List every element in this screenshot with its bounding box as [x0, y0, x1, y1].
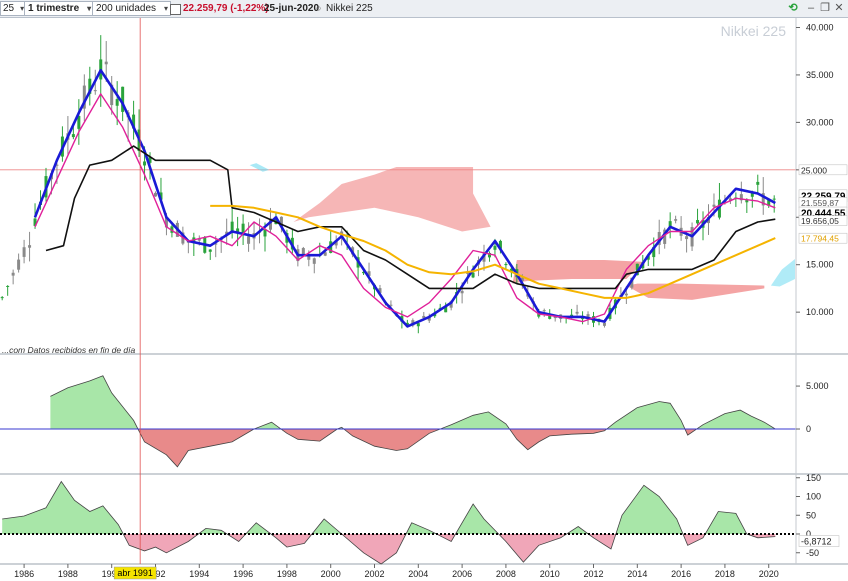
x-tick-label: 1996 — [233, 569, 253, 579]
x-tick-label: 2002 — [364, 569, 384, 579]
y-tick-label: 30.000 — [806, 117, 834, 127]
candle-body — [263, 229, 267, 237]
units-dropdown[interactable]: 200 unidades ▾ — [92, 1, 172, 16]
candle-body — [0, 297, 4, 299]
candle-body — [153, 192, 157, 197]
y-tick-label: 40.000 — [806, 22, 834, 32]
x-tick-label: 1998 — [277, 569, 297, 579]
refresh-icon[interactable]: ⟲ — [786, 1, 800, 15]
candle-body — [504, 263, 508, 266]
candle-body — [696, 220, 700, 224]
y-tick-label: 150 — [806, 473, 821, 483]
close-icon[interactable]: ✕ — [832, 1, 846, 15]
y-tick-label: 0 — [806, 424, 811, 434]
chart-canvas: Nikkei 225 ...com Datos recibidos en fin… — [0, 18, 848, 580]
y-tick-label: 100 — [806, 492, 821, 502]
cloud-blue-small — [249, 163, 270, 172]
y-tick-label: 50 — [806, 510, 816, 520]
candle-body — [11, 272, 15, 276]
restore-icon[interactable]: ❐ — [818, 1, 832, 15]
candle-body — [674, 219, 678, 221]
price-label: 21.559,87 — [801, 198, 839, 208]
period-label: 1 trimestre — [28, 3, 80, 14]
candle-body — [312, 258, 316, 264]
x-tick-label: 2020 — [759, 569, 779, 579]
candle-body — [93, 90, 97, 92]
x-tick-label: 2014 — [627, 569, 647, 579]
x-tick-label: 2006 — [452, 569, 472, 579]
candle-body — [460, 290, 464, 294]
candle-body — [71, 134, 75, 138]
minimize-icon[interactable]: – — [804, 1, 818, 15]
quote-checkbox[interactable] — [170, 4, 181, 15]
candle-body — [493, 245, 497, 250]
candle-body — [115, 99, 119, 106]
price-label: 17.794,45 — [801, 234, 839, 244]
instrument-name: Nikkei 225 — [326, 3, 373, 14]
chart-watermark: Nikkei 225 — [721, 23, 787, 39]
x-tick-label: 2008 — [496, 569, 516, 579]
candle-body — [17, 259, 21, 270]
osc1-positive-area — [50, 375, 776, 430]
x-tick-label: 2000 — [321, 569, 341, 579]
cursor-date-label: abr 1991 — [117, 568, 153, 578]
x-tick-label: 2018 — [715, 569, 735, 579]
candle-body — [241, 223, 245, 233]
candle-body — [28, 245, 32, 248]
chevron-down-icon: ▾ — [164, 4, 169, 13]
cloud-red-3 — [626, 283, 765, 300]
price-label: 19.656,05 — [801, 216, 839, 226]
x-tick-label: 1988 — [58, 569, 78, 579]
units-label: 200 unidades — [96, 3, 157, 14]
period-dropdown[interactable]: 1 trimestre ▾ — [24, 1, 95, 16]
candle-body — [712, 204, 716, 207]
candle-body — [624, 293, 628, 296]
series-dot-icon: ○ — [316, 3, 322, 13]
candle-body — [756, 181, 760, 185]
candle-body — [143, 161, 147, 166]
candle-body — [22, 247, 26, 257]
quote-date: 25-jun-2020 — [264, 3, 320, 14]
candle-body — [602, 322, 606, 326]
x-tick-label: 1986 — [14, 569, 34, 579]
x-tick-label: 2004 — [408, 569, 428, 579]
candle-body — [685, 236, 689, 240]
candle-body — [104, 61, 108, 65]
x-tick-label: 2012 — [583, 569, 603, 579]
candle-body — [575, 311, 579, 314]
x-tick-label: 2010 — [540, 569, 560, 579]
candle-body — [247, 236, 251, 244]
x-tick-label: 1994 — [189, 569, 209, 579]
y-tick-label: 35.000 — [806, 70, 834, 80]
candle-body — [542, 310, 546, 312]
x-tick-label: 2016 — [671, 569, 691, 579]
candle-body — [301, 248, 305, 254]
y-tick-label: 10.000 — [806, 307, 834, 317]
candle-body — [208, 249, 212, 252]
toolbar: 25 ▾ 1 trimestre ▾ 200 unidades ▾ 22.259,79… — [0, 0, 848, 18]
dropdown-prefix: 25 — [3, 3, 15, 14]
candle-body — [416, 323, 420, 327]
chevron-down-icon: ▾ — [87, 4, 92, 13]
candle-body — [772, 198, 776, 200]
y-tick-label: -50 — [806, 548, 819, 558]
y-tick-label: 5.000 — [806, 381, 829, 391]
price-label: 25.000 — [801, 165, 827, 175]
value-label: -6,8712 — [801, 537, 832, 547]
cloud-red-1 — [293, 166, 491, 232]
candle-body — [6, 285, 10, 287]
y-tick-label: 15.000 — [806, 260, 834, 270]
cloud-blue — [770, 259, 795, 287]
last-quote: 22.259,79 (-1,22%) — [183, 3, 269, 14]
